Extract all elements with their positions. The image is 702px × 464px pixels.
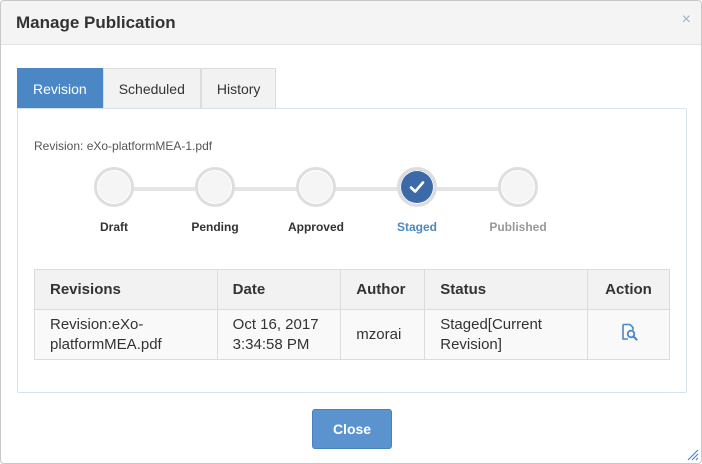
close-button[interactable]: Close xyxy=(312,409,392,449)
step-label: Staged xyxy=(396,220,437,234)
step-circle xyxy=(94,167,134,207)
revisions-table: Revisions Date Author Status Action Revi… xyxy=(34,269,670,360)
cell-status: Staged[Current Revision] xyxy=(424,309,588,360)
dialog-header: Manage Publication × xyxy=(1,1,701,45)
revision-label: Revision: eXo-platformMEA-1.pdf xyxy=(34,139,213,153)
resize-handle-icon[interactable] xyxy=(685,447,699,461)
cell-action xyxy=(587,309,670,360)
step-circle xyxy=(195,167,235,207)
step-label: Pending xyxy=(191,220,239,234)
tab-bar: Revision Scheduled History xyxy=(17,68,277,108)
step-label: Approved xyxy=(287,220,344,234)
table-row: Revision:eXo-platformMEA.pdf Oct 16, 201… xyxy=(34,309,670,360)
manage-publication-dialog: Manage Publication × Revision Scheduled … xyxy=(0,0,702,464)
step-label: Published xyxy=(489,220,547,234)
step-approved: Approved xyxy=(261,167,371,234)
column-header-status: Status xyxy=(424,269,588,310)
view-document-icon[interactable] xyxy=(620,323,638,347)
cell-date: Oct 16, 2017 3:34:58 PM xyxy=(216,309,342,360)
publication-steps: Draft Pending Approved Staged Published xyxy=(18,167,688,247)
column-header-date: Date xyxy=(216,269,342,310)
step-circle-done xyxy=(397,167,437,207)
close-icon[interactable]: × xyxy=(682,11,691,29)
tab-scheduled[interactable]: Scheduled xyxy=(102,68,201,108)
column-header-author: Author xyxy=(340,269,426,310)
step-staged: Staged xyxy=(362,167,472,234)
column-header-revisions: Revisions xyxy=(34,269,218,310)
tab-history[interactable]: History xyxy=(200,68,277,108)
check-icon xyxy=(409,181,425,193)
cell-author: mzorai xyxy=(340,309,426,360)
step-label: Draft xyxy=(99,220,128,234)
step-pending: Pending xyxy=(160,167,270,234)
step-published: Published xyxy=(463,167,573,234)
table-header-row: Revisions Date Author Status Action xyxy=(34,269,670,310)
tab-revision[interactable]: Revision xyxy=(17,68,103,108)
dialog-title: Manage Publication xyxy=(16,13,176,32)
revision-panel: Revision: eXo-platformMEA-1.pdf Draft Pe… xyxy=(17,108,687,393)
cell-revision: Revision:eXo-platformMEA.pdf xyxy=(34,309,218,360)
column-header-action: Action xyxy=(587,269,670,310)
step-circle xyxy=(296,167,336,207)
step-circle xyxy=(498,167,538,207)
step-draft: Draft xyxy=(59,167,169,234)
